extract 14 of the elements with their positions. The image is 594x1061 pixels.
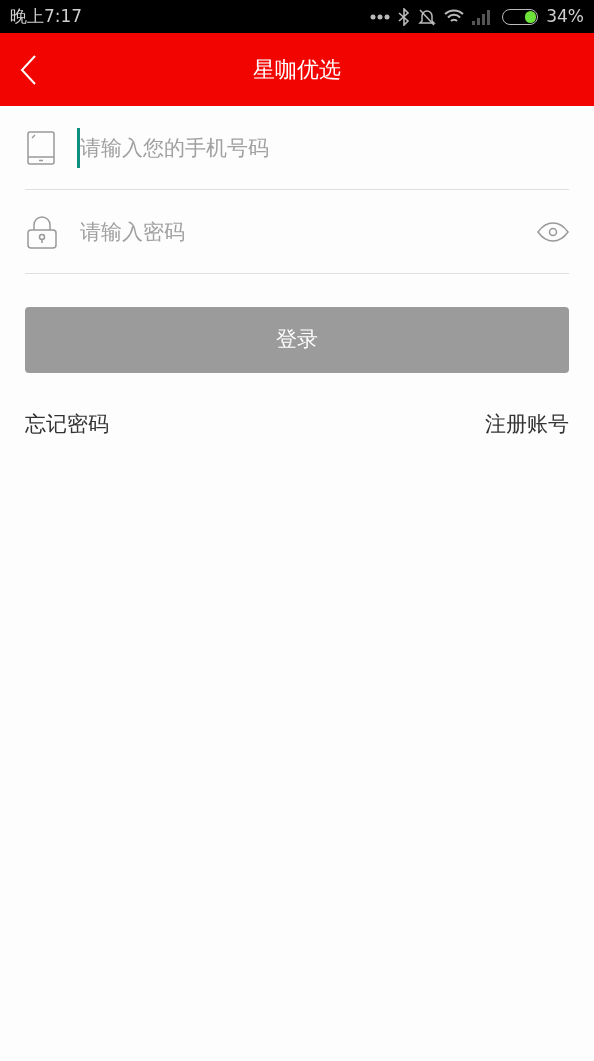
more-icon [370,13,391,20]
eye-icon[interactable] [537,221,569,242]
lock-icon [27,214,57,249]
forgot-password-link[interactable]: 忘记密码 [25,409,109,441]
bluetooth-icon [398,7,411,26]
status-time: 晚上7:17 [10,4,83,28]
tablet-icon [27,130,55,165]
back-icon [20,55,36,85]
battery-percent: 34% [546,4,584,28]
register-link[interactable]: 注册账号 [485,409,569,441]
input-field[interactable]: 请输入密码 [77,211,537,252]
header-title: 星咖优选 [253,56,341,84]
bell-off-icon [418,7,437,26]
input-field[interactable]: 请输入您的手机号码 [77,127,569,168]
